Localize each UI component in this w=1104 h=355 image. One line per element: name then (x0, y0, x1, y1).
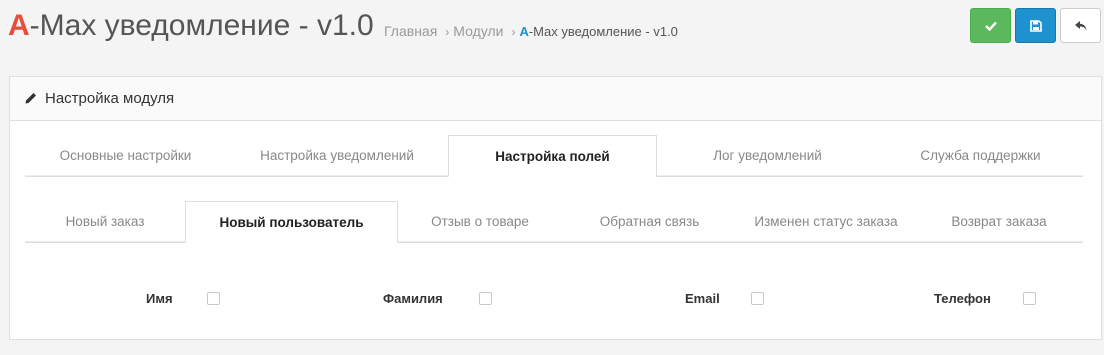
email-checkbox[interactable] (751, 292, 764, 305)
floppy-disk-icon (1029, 19, 1042, 32)
sub-tabs: Новый заказ Новый пользователь Отзыв о т… (25, 201, 1083, 243)
back-button[interactable] (1060, 8, 1101, 43)
tab-feedback[interactable]: Обратная связь (562, 201, 737, 242)
pencil-icon (24, 92, 37, 105)
page-header: A-Max уведомление - v1.0 Главная › Модули ›… (0, 0, 1104, 62)
tab-order-status-changed[interactable]: Изменен статус заказа (737, 201, 915, 242)
field-options: Имя Фамилия Email Телефон (10, 287, 1103, 311)
field-label-last-name: Фамилия (383, 291, 443, 306)
tab-support[interactable]: Служба поддержки (878, 135, 1083, 176)
panel-heading: Настройка модуля (10, 77, 1101, 121)
tab-general-settings[interactable]: Основные настройки (25, 135, 226, 176)
breadcrumb-current-link[interactable]: A-Max уведомление - v1.0 (519, 24, 677, 39)
panel-title: Настройка модуля (45, 90, 175, 107)
breadcrumb-current-text: -Max уведомление - v1.0 (528, 24, 678, 39)
title-text: -Max уведомление - v1.0 (29, 9, 374, 42)
first-name-checkbox[interactable] (207, 292, 220, 305)
save-button[interactable] (970, 8, 1011, 43)
tab-field-settings[interactable]: Настройка полей (448, 135, 657, 177)
tab-notification-settings[interactable]: Настройка уведомлений (226, 135, 448, 176)
save-and-stay-button[interactable] (1015, 8, 1056, 43)
breadcrumb-logo-letter: A (519, 24, 529, 39)
main-tabs: Основные настройки Настройка уведомлений… (25, 135, 1083, 177)
phone-checkbox[interactable] (1023, 292, 1036, 305)
title-logo-letter: A (8, 9, 30, 42)
tab-new-order[interactable]: Новый заказ (25, 201, 185, 242)
check-icon (984, 21, 997, 31)
field-label-first-name: Имя (146, 291, 173, 306)
tab-new-user[interactable]: Новый пользователь (185, 201, 398, 243)
tab-notification-log[interactable]: Лог уведомлений (657, 135, 878, 176)
last-name-checkbox[interactable] (479, 292, 492, 305)
module-settings-panel: Настройка модуля Основные настройки Наст… (9, 76, 1102, 340)
tab-product-review[interactable]: Отзыв о товаре (398, 201, 562, 242)
breadcrumb-home-link[interactable]: Главная (384, 23, 437, 39)
field-label-email: Email (685, 291, 720, 306)
breadcrumb: Главная › Модули › A-Max уведомление - v1.0 (384, 22, 678, 41)
breadcrumb-separator: › (445, 25, 450, 39)
reply-arrow-icon (1074, 20, 1086, 30)
breadcrumb-separator: › (511, 25, 516, 39)
breadcrumb-modules-link[interactable]: Модули (453, 23, 503, 39)
tab-order-return[interactable]: Возврат заказа (915, 201, 1083, 242)
page-title: A-Max уведомление - v1.0 (8, 6, 374, 46)
field-label-phone: Телефон (934, 291, 991, 306)
